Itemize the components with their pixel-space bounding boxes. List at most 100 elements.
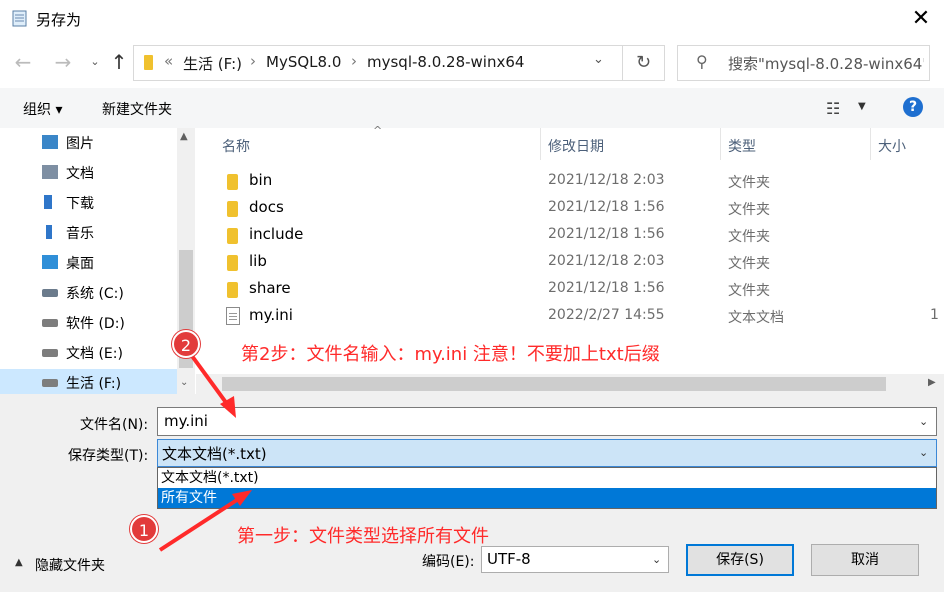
forward-button[interactable]: → [52, 49, 74, 75]
sidebar-item[interactable]: 文档 [38, 158, 178, 188]
documents-icon [42, 165, 58, 179]
sidebar-item-label: 生活 (F:) [66, 376, 122, 392]
file-row[interactable]: bin 2021/12/18 2:03 文件夹 [214, 168, 934, 195]
encoding-select[interactable]: UTF-8 [481, 546, 669, 573]
organize-menu[interactable]: 组织 ▾ [23, 99, 62, 119]
file-date: 2021/12/18 1:56 [548, 226, 665, 242]
chevron-up-icon[interactable]: ▲ [15, 557, 23, 568]
sidebar-item[interactable]: 文档 (E:) [38, 338, 178, 368]
sidebar-item[interactable]: 系统 (C:) [38, 278, 178, 308]
breadcrumb-mysql-folder[interactable]: mysql-8.0.28-winx64 [367, 53, 524, 71]
sidebar-item-label: 下载 [66, 196, 94, 212]
file-row[interactable]: docs 2021/12/18 1:56 文件夹 [214, 195, 934, 222]
sidebar-item[interactable]: 下载 [38, 188, 178, 218]
file-date: 2021/12/18 2:03 [548, 172, 665, 188]
drive-icon [42, 349, 58, 357]
column-divider[interactable] [870, 128, 871, 160]
drive-c-icon [42, 289, 58, 297]
file-name: bin [249, 171, 273, 189]
file-type: 文件夹 [728, 202, 770, 218]
file-row[interactable]: lib 2021/12/18 2:03 文件夹 [214, 249, 934, 276]
sidebar-item-label: 桌面 [66, 256, 94, 272]
downloads-icon [44, 195, 52, 209]
column-size[interactable]: 大小 [878, 136, 906, 156]
sidebar-item[interactable]: 音乐 [38, 218, 178, 248]
sidebar-item[interactable]: 桌面 [38, 248, 178, 278]
step2-badge: 2 [172, 330, 200, 358]
file-name: lib [249, 252, 267, 270]
file-row[interactable]: my.ini 2022/2/27 14:55 文本文档 1 [214, 303, 939, 330]
refresh-button[interactable]: ↻ [623, 45, 665, 81]
new-folder-button[interactable]: 新建文件夹 [102, 99, 172, 119]
notepad-icon [12, 10, 27, 27]
hide-folders-toggle[interactable]: 隐藏文件夹 [35, 555, 105, 575]
sidebar-item-label: 文档 (E:) [66, 346, 123, 362]
breadcrumb-mysql80[interactable]: MySQL8.0 [266, 53, 341, 71]
folder-icon [144, 55, 153, 70]
folder-icon [227, 174, 238, 190]
column-date[interactable]: 修改日期 [548, 136, 604, 156]
encoding-label: 编码(E): [422, 554, 475, 570]
file-date: 2021/12/18 2:03 [548, 253, 665, 269]
scroll-right-icon[interactable]: ▶ [928, 377, 936, 388]
folder-icon [227, 201, 238, 217]
file-row[interactable]: include 2021/12/18 1:56 文件夹 [214, 222, 934, 249]
desktop-icon [42, 255, 58, 269]
column-type[interactable]: 类型 [728, 136, 756, 156]
file-date: 2021/12/18 1:56 [548, 280, 665, 296]
window-title: 另存为 [36, 11, 82, 29]
breadcrumb-separator[interactable]: › [351, 52, 357, 70]
column-name[interactable]: 名称 [222, 136, 250, 156]
folder-icon [227, 255, 238, 271]
title-bar [0, 0, 944, 38]
chevron-down-icon[interactable]: ⌄ [919, 446, 928, 459]
column-divider[interactable] [720, 128, 721, 160]
recent-locations-button[interactable]: ⌄ [84, 49, 106, 75]
filename-field[interactable]: my.ini [157, 407, 937, 436]
sidebar-item-label: 软件 (D:) [66, 316, 125, 332]
chevron-down-icon[interactable]: ▼ [858, 101, 866, 112]
horizontal-scroll-thumb[interactable] [222, 377, 886, 391]
chevron-down-icon[interactable]: ⌄ [593, 52, 604, 67]
file-size: 1 [930, 307, 939, 323]
scroll-up-icon[interactable]: ▲ [180, 131, 188, 142]
drive-icon [42, 379, 58, 387]
breadcrumb-drive-f[interactable]: 生活 (F:) [183, 53, 242, 74]
sidebar-item[interactable]: 软件 (D:) [38, 308, 178, 338]
cancel-button[interactable]: 取消 [811, 544, 919, 576]
sidebar-item-label: 文档 [66, 166, 94, 182]
drive-icon [42, 319, 58, 327]
folder-icon [227, 228, 238, 244]
filename-label: 文件名(N): [80, 417, 149, 433]
file-type: 文本文档 [728, 310, 784, 326]
music-icon [46, 225, 52, 239]
scroll-down-icon[interactable]: ⌄ [180, 377, 188, 388]
column-divider[interactable] [540, 128, 541, 160]
sidebar-item-label: 系统 (C:) [66, 286, 124, 302]
breadcrumb-overflow[interactable]: « [164, 52, 173, 70]
chevron-down-icon[interactable]: ⌄ [919, 415, 928, 428]
file-date: 2021/12/18 1:56 [548, 199, 665, 215]
file-type: 文件夹 [728, 256, 770, 272]
file-name: my.ini [249, 306, 293, 324]
back-button[interactable]: ← [12, 49, 34, 75]
search-placeholder[interactable]: 搜索"mysql-8.0.28-winx64" [728, 53, 924, 74]
text-file-icon [226, 307, 240, 325]
chevron-down-icon[interactable]: ⌄ [652, 553, 661, 566]
help-icon[interactable]: ? [903, 97, 923, 117]
filetype-option-txt[interactable]: 文本文档(*.txt) [158, 468, 936, 488]
file-row[interactable]: share 2021/12/18 1:56 文件夹 [214, 276, 934, 303]
filetype-select[interactable]: 文本文档(*.txt) [157, 439, 937, 467]
save-button[interactable]: 保存(S) [686, 544, 794, 576]
file-type: 文件夹 [728, 175, 770, 191]
sidebar-item[interactable]: 图片 [38, 128, 178, 158]
filetype-option-all-files[interactable]: 所有文件 [158, 488, 936, 508]
step1-badge: 1 [130, 515, 158, 543]
file-name: include [249, 225, 304, 243]
view-options-icon[interactable]: ☷ [826, 99, 840, 118]
breadcrumb-separator[interactable]: › [250, 52, 256, 70]
close-button[interactable]: ✕ [904, 4, 938, 34]
sidebar-item-label: 音乐 [66, 226, 94, 242]
up-button[interactable]: ↑ [108, 49, 130, 75]
file-name: share [249, 279, 291, 297]
